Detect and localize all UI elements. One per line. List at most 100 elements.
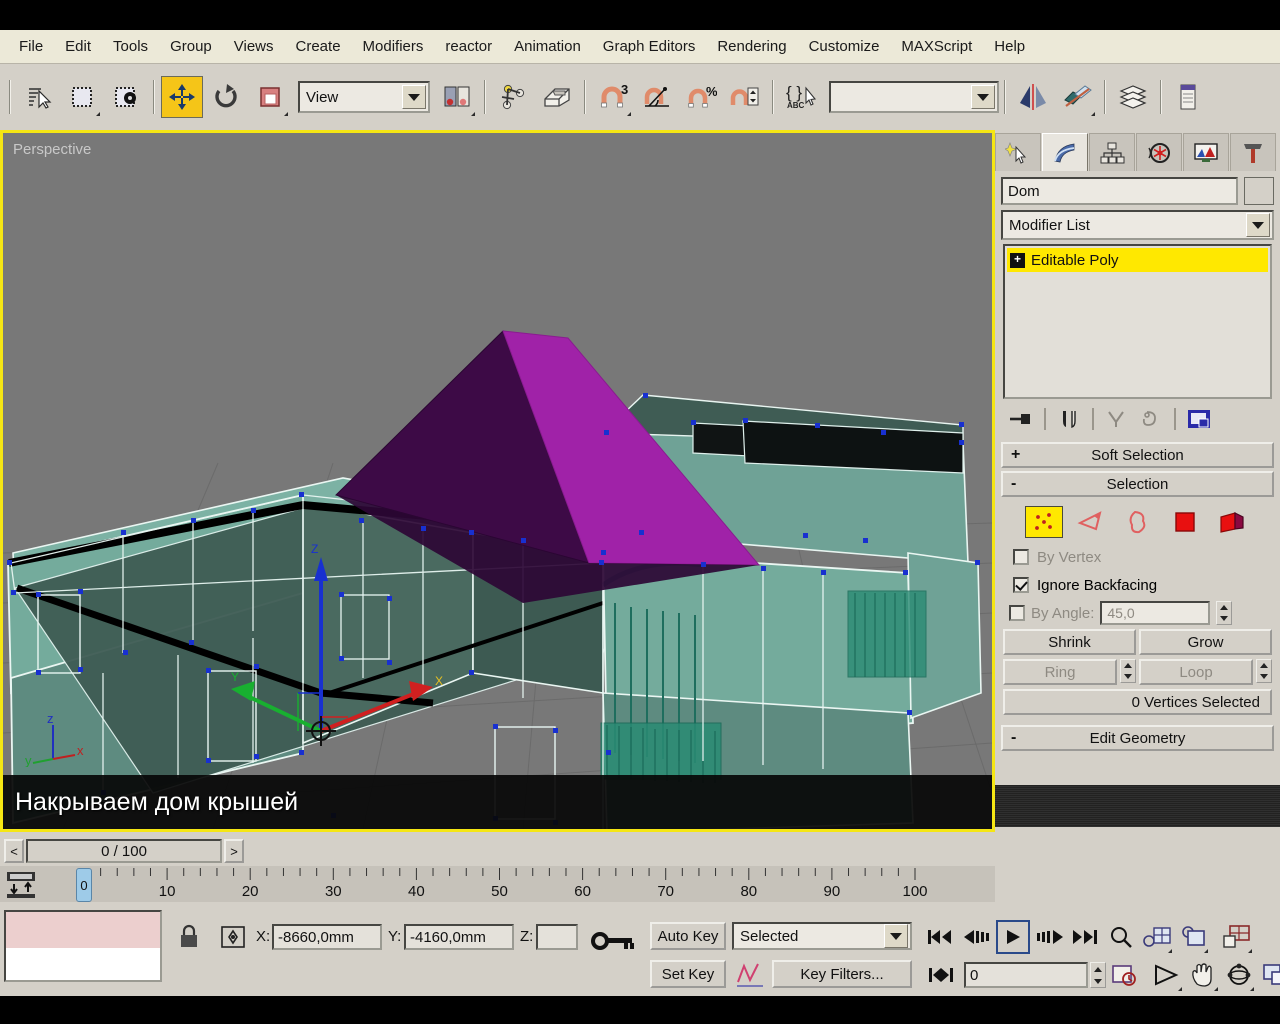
perspective-viewport[interactable]: Perspective Z Y X z x y Накрываем дом кр… [3, 133, 992, 829]
object-color-swatch[interactable] [1244, 177, 1274, 205]
loop-spinner[interactable] [1256, 659, 1272, 683]
y-coordinate-field[interactable]: -4160,0mm [404, 924, 514, 950]
tab-motion[interactable] [1136, 133, 1182, 171]
grow-button[interactable]: Grow [1139, 629, 1272, 655]
key-filters-button[interactable]: Key Filters... [772, 960, 912, 988]
named-selection-set-dropdown[interactable] [829, 81, 999, 113]
set-key-filters-curve-icon[interactable] [734, 960, 766, 993]
expand-plus-icon[interactable]: + [1010, 252, 1025, 268]
tab-hierarchy[interactable] [1089, 133, 1135, 171]
material-preview-swatches[interactable] [4, 910, 162, 982]
snaps-toggle-button[interactable]: 3 [592, 76, 634, 118]
align-button[interactable] [1056, 76, 1098, 118]
menu-item-help[interactable]: Help [983, 35, 1036, 58]
chevron-down-icon[interactable] [971, 85, 995, 109]
key-mode-toggle-nav-icon[interactable] [924, 958, 958, 992]
menu-item-rendering[interactable]: Rendering [706, 35, 797, 58]
key-mode-toggle-icon[interactable] [590, 928, 636, 959]
percent-snap-toggle-button[interactable]: % [680, 76, 722, 118]
spinner-snap-toggle-button[interactable] [724, 76, 766, 118]
menu-item-animation[interactable]: Animation [503, 35, 592, 58]
previous-frame-icon[interactable] [960, 920, 994, 954]
menu-item-maxscript[interactable]: MAXScript [890, 35, 983, 58]
object-name-field[interactable] [1001, 177, 1238, 205]
frame-spinner[interactable] [1090, 962, 1106, 988]
modifier-list-dropdown[interactable]: Modifier List [1001, 210, 1274, 240]
by-vertex-row[interactable]: By Vertex [995, 543, 1280, 571]
maximize-viewport-toggle-icon[interactable] [1258, 958, 1280, 992]
select-and-scale-button[interactable] [249, 76, 291, 118]
named-selection-sets-button[interactable]: { } ABC [780, 76, 822, 118]
menu-item-edit[interactable]: Edit [54, 35, 102, 58]
modifier-stack[interactable]: + Editable Poly [1003, 244, 1272, 399]
menu-item-modifiers[interactable]: Modifiers [352, 35, 435, 58]
zoom-region-icon[interactable] [1220, 920, 1254, 954]
chevron-down-icon[interactable] [402, 85, 426, 109]
make-unique-icon[interactable] [1101, 404, 1133, 434]
ring-button[interactable]: Ring [1003, 659, 1117, 685]
subobject-border-button[interactable] [1119, 506, 1157, 538]
tab-display[interactable] [1183, 133, 1229, 171]
select-object-button[interactable] [17, 76, 59, 118]
select-and-link-button[interactable] [492, 76, 534, 118]
tab-modify[interactable] [1042, 133, 1088, 171]
rollout-edit-geometry[interactable]: - Edit Geometry [1001, 725, 1274, 751]
by-angle-field[interactable]: 45,0 [1100, 601, 1211, 625]
time-slider[interactable]: 0 [76, 868, 92, 902]
subobject-vertex-button[interactable] [1024, 506, 1063, 538]
loop-button[interactable]: Loop [1139, 659, 1253, 685]
auto-key-button[interactable]: Auto Key [650, 922, 726, 950]
reference-coordinate-system-dropdown[interactable]: View [298, 81, 430, 113]
pan-view-icon[interactable] [1186, 958, 1220, 992]
select-and-rotate-button[interactable] [205, 76, 247, 118]
subobject-edge-button[interactable] [1072, 506, 1110, 538]
menu-item-customize[interactable]: Customize [798, 35, 891, 58]
shrink-button[interactable]: Shrink [1003, 629, 1136, 655]
next-frame-arrow-button[interactable]: > [224, 839, 244, 863]
go-to-end-icon[interactable] [1068, 920, 1102, 954]
curve-editor-button[interactable] [1168, 76, 1210, 118]
layer-manager-button[interactable] [1112, 76, 1154, 118]
prev-frame-arrow-button[interactable]: < [4, 839, 24, 863]
menu-item-views[interactable]: Views [223, 35, 285, 58]
chevron-down-icon[interactable] [884, 924, 908, 948]
mirror-button[interactable] [1012, 76, 1054, 118]
ignore-backfacing-row[interactable]: Ignore Backfacing [995, 571, 1280, 599]
zoom-icon[interactable] [1104, 920, 1138, 954]
tab-create[interactable] [995, 133, 1041, 171]
zoom-extents-icon[interactable] [1176, 920, 1210, 954]
absolute-mode-transform-toggle[interactable] [220, 924, 246, 955]
current-frame-display[interactable]: 0 / 100 [26, 839, 222, 863]
menu-item-file[interactable]: File [8, 35, 54, 58]
bind-to-space-warp-button[interactable] [536, 76, 578, 118]
configure-modifier-sets-icon[interactable] [1183, 404, 1215, 434]
by-angle-checkbox[interactable] [1009, 605, 1025, 621]
by-angle-spinner[interactable] [1216, 601, 1233, 625]
menu-item-create[interactable]: Create [285, 35, 352, 58]
menu-item-reactor[interactable]: reactor [434, 35, 503, 58]
next-frame-icon[interactable] [1032, 920, 1066, 954]
menu-item-tools[interactable]: Tools [102, 35, 159, 58]
angle-snap-toggle-button[interactable] [636, 76, 678, 118]
menu-item-graph-editors[interactable]: Graph Editors [592, 35, 707, 58]
selection-lock-toggle[interactable] [178, 924, 200, 955]
timeline-ruler[interactable]: 10 20 30 40 50 60 70 80 90 100 [0, 866, 995, 902]
pin-stack-icon[interactable] [1005, 404, 1037, 434]
subobject-polygon-button[interactable] [1166, 506, 1204, 538]
rollout-selection[interactable]: - Selection [1001, 471, 1274, 497]
remove-modifier-icon[interactable] [1135, 404, 1167, 434]
menu-item-group[interactable]: Group [159, 35, 223, 58]
play-animation-icon[interactable] [996, 920, 1030, 954]
show-end-result-icon[interactable] [1053, 404, 1085, 434]
use-center-button[interactable] [436, 76, 478, 118]
time-configuration-icon[interactable] [1108, 958, 1142, 992]
tab-utilities[interactable] [1230, 133, 1276, 171]
chevron-down-icon[interactable] [1246, 213, 1270, 237]
rollout-soft-selection[interactable]: + Soft Selection [1001, 442, 1274, 468]
arc-rotate-icon[interactable] [1222, 958, 1256, 992]
by-angle-row[interactable]: By Angle: 45,0 [995, 599, 1280, 627]
x-coordinate-field[interactable]: -8660,0mm [272, 924, 382, 950]
z-coordinate-field[interactable] [536, 924, 578, 950]
viewport-label[interactable]: Perspective [13, 141, 91, 158]
zoom-all-icon[interactable] [1140, 920, 1174, 954]
